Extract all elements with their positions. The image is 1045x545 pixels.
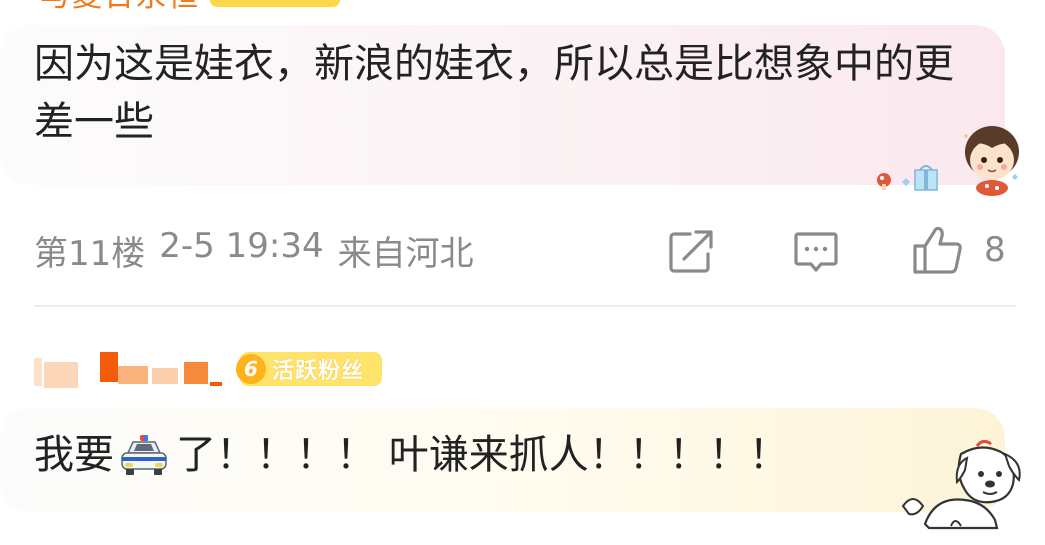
fan-label: 活跃粉丝: [272, 359, 365, 384]
fan-level: 6: [236, 354, 266, 384]
like-count: 8: [984, 230, 1006, 270]
share-button[interactable]: [668, 228, 716, 274]
thumbs-up-icon: [913, 226, 962, 274]
police-car-icon: [121, 435, 167, 475]
comment-text: 我要 了！！！！ 叶谦来抓人！！！！！: [34, 426, 974, 484]
comment-thread: 与夏日永恒 因为这是娃衣，新浪的娃衣，所以总是比想象中的更差一些 第11楼 2-…: [0, 0, 1045, 545]
username-redacted[interactable]: [34, 348, 234, 392]
reply-button[interactable]: [793, 230, 839, 276]
fan-badge: [210, 0, 340, 7]
comment-bubble[interactable]: 因为这是娃衣，新浪的娃衣，所以总是比想象中的更差一些: [0, 25, 1005, 185]
comment-text-part: 我要: [34, 432, 114, 478]
share-icon: [669, 230, 713, 273]
bubble-decoration-icon: [877, 126, 1019, 196]
divider: [34, 305, 1016, 307]
comment-text-part: 了！！！！ 叶谦来抓人！！！！！: [176, 432, 789, 478]
comment-text: 因为这是娃衣，新浪的娃衣，所以总是比想象中的更差一些: [34, 41, 954, 145]
comment-bubble[interactable]: 我要 了！！！！ 叶谦来抓人！！！！！: [0, 408, 1005, 512]
username[interactable]: 与夏日永恒: [40, 0, 200, 15]
comment-author-row: 6 活跃粉丝: [34, 348, 382, 392]
previous-user-row: 与夏日永恒: [40, 0, 340, 14]
dog-decoration-icon: [901, 440, 1021, 530]
like-button[interactable]: 8: [912, 224, 1006, 276]
comment-icon: [794, 232, 838, 272]
comment-actions: 8: [0, 222, 1045, 282]
fan-badge[interactable]: 6 活跃粉丝: [236, 352, 382, 386]
